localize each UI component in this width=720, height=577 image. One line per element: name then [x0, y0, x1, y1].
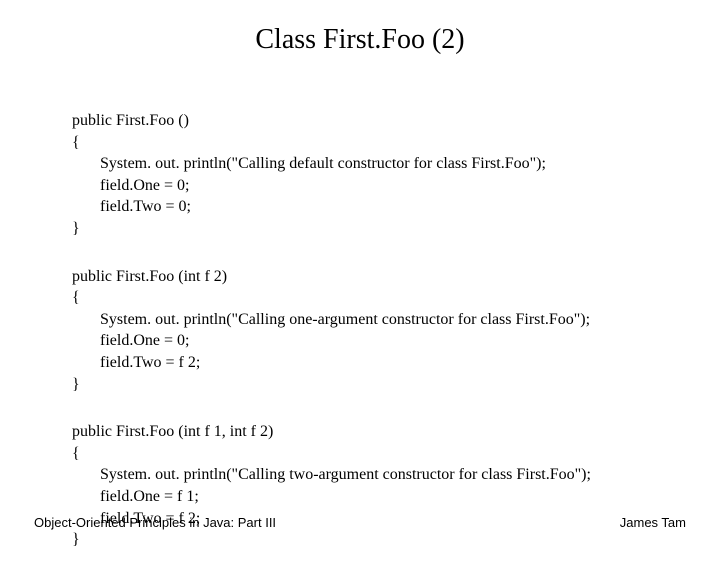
- code-line: {: [72, 132, 680, 154]
- code-line: public First.Foo (int f 1, int f 2): [72, 421, 680, 443]
- code-line: public First.Foo (): [72, 110, 680, 132]
- slide-title: Class First.Foo (2): [0, 0, 720, 56]
- footer-right: James Tam: [620, 515, 686, 530]
- code-line: {: [72, 443, 680, 465]
- footer: Object-Oriented Principles in Java: Part…: [34, 515, 686, 530]
- code-line: field.Two = f 2;: [72, 352, 680, 374]
- code-line: System. out. println("Calling two-argume…: [72, 464, 680, 486]
- code-block: public First.Foo () { System. out. print…: [72, 110, 680, 240]
- code-line: field.One = 0;: [72, 330, 680, 352]
- code-line: System. out. println("Calling one-argume…: [72, 309, 680, 331]
- code-block: public First.Foo (int f 1, int f 2) { Sy…: [72, 421, 680, 551]
- code-line: public First.Foo (int f 2): [72, 266, 680, 288]
- code-line: {: [72, 287, 680, 309]
- slide-body: public First.Foo () { System. out. print…: [72, 110, 680, 577]
- slide: Class First.Foo (2) public First.Foo () …: [0, 0, 720, 540]
- code-line: field.Two = 0;: [72, 196, 680, 218]
- code-line: }: [72, 374, 680, 396]
- code-line: field.One = 0;: [72, 175, 680, 197]
- code-line: }: [72, 218, 680, 240]
- footer-left: Object-Oriented Principles in Java: Part…: [34, 515, 276, 530]
- code-line: field.One = f 1;: [72, 486, 680, 508]
- code-line: System. out. println("Calling default co…: [72, 153, 680, 175]
- code-block: public First.Foo (int f 2) { System. out…: [72, 266, 680, 396]
